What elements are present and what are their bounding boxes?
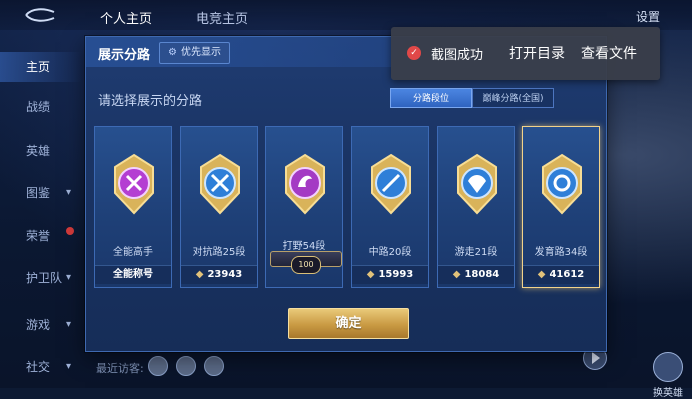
lane-tabs: 分路段位 巅峰分路(全国) [390,88,554,108]
lane-score: ◆ 15993 [352,265,428,284]
toast-message: 截图成功 [431,48,484,63]
settings-button[interactable]: 设置 [636,8,660,25]
tab-lane-rank[interactable]: 分路段位 [390,88,472,108]
gear-icon: ⚙ [168,47,177,58]
lane-display-dialog: 展示分路 ⚙ 优先显示 请选择展示的分路 分路段位 巅峰分路(全国) 全能高手 全… [85,36,607,352]
confirm-button[interactable]: 确定 [288,308,409,339]
chevron-down-icon: ▾ [66,272,72,283]
lane-card-all-round[interactable]: 全能高手 全能称号 [94,126,172,288]
avatar[interactable] [176,356,196,376]
priority-display-button[interactable]: ⚙ 优先显示 [159,42,230,64]
tab-personal-home[interactable]: 个人主页 [100,8,152,27]
chevron-down-icon: ▾ [66,187,72,198]
clash-lane-badge-icon [200,153,240,215]
all-round-badge-icon [114,153,154,215]
lane-score: ◆ 41612 [523,265,599,284]
back-icon[interactable] [22,6,58,24]
open-folder-button[interactable]: 打开目录 [509,43,565,63]
sidebar-item-guard[interactable]: 护卫队 ▾ [0,263,82,293]
tab-esports-home[interactable]: 电竞主页 [196,8,248,27]
lane-score: ◆ 23943 [181,265,257,284]
switch-hero-button[interactable]: 换英雄 [648,352,688,399]
lane-title: 全能称号 [95,265,171,284]
lane-score: ◆ 18084 [438,265,514,284]
score-icon: ◆ [366,269,375,280]
mid-lane-badge-icon [371,153,411,215]
lane-card-clash[interactable]: 对抗路25段 ◆ 23943 [180,126,258,288]
check-icon: ✓ [407,46,421,60]
sidebar-item-honor[interactable]: 荣誉 [0,221,82,251]
lane-card-roam[interactable]: 游走21段 ◆ 18084 [437,126,515,288]
lane-card-farm[interactable]: 发育路34段 ◆ 41612 [522,126,600,288]
avatar[interactable] [148,356,168,376]
sidebar-item-records[interactable]: 战绩 [0,92,82,122]
rank-ribbon: 100 [270,251,342,274]
chevron-down-icon: ▾ [66,361,72,372]
sidebar-item-games[interactable]: 游戏 ▾ [0,310,82,340]
lane-name: 游走21段 [454,247,498,258]
tab-peak-lane[interactable]: 巅峰分路(全国) [472,88,554,108]
sidebar-item-gallery[interactable]: 图鉴 ▾ [0,178,82,208]
recent-visitors-label: 最近访客: [96,362,144,375]
farm-lane-badge-icon [542,153,582,215]
sidebar: 主页 战绩 英雄 图鉴 ▾ 荣誉 护卫队 ▾ 游戏 ▾ 社交 ▾ [0,38,82,388]
screenshot-toast: ✓ 截图成功 打开目录 查看文件 [391,27,660,80]
lane-name: 发育路34段 [534,247,588,258]
sidebar-item-heroes[interactable]: 英雄 [0,136,82,166]
top-bar: 个人主页 电竞主页 设置 [0,0,692,30]
score-icon: ◆ [452,269,461,280]
view-file-button[interactable]: 查看文件 [581,43,637,63]
lane-cards: 全能高手 全能称号 对抗路25段 ◆ 23943 100 打野54段 中路20段… [94,126,602,288]
notification-dot-icon [66,227,74,235]
score-icon: ◆ [537,269,546,280]
chevron-down-icon: ▾ [66,319,72,330]
roam-badge-icon [457,153,497,215]
sidebar-item-home[interactable]: 主页 [0,52,82,82]
jungle-badge-icon [285,153,325,215]
avatar[interactable] [204,356,224,376]
score-icon: ◆ [195,269,204,280]
lane-name: 对抗路25段 [192,247,246,258]
select-lane-prompt: 请选择展示的分路 [98,94,203,109]
dialog-title: 展示分路 [98,48,151,63]
lane-card-mid[interactable]: 中路20段 ◆ 15993 [351,126,429,288]
lane-name: 中路20段 [368,247,412,258]
lane-name: 全能高手 [113,247,153,258]
recent-visitors [148,356,232,380]
sidebar-item-social[interactable]: 社交 ▾ [0,352,82,382]
lane-card-jungle[interactable]: 100 打野54段 [265,126,343,288]
lane-name: 打野54段 [282,241,326,252]
hero-avatar [653,352,683,382]
